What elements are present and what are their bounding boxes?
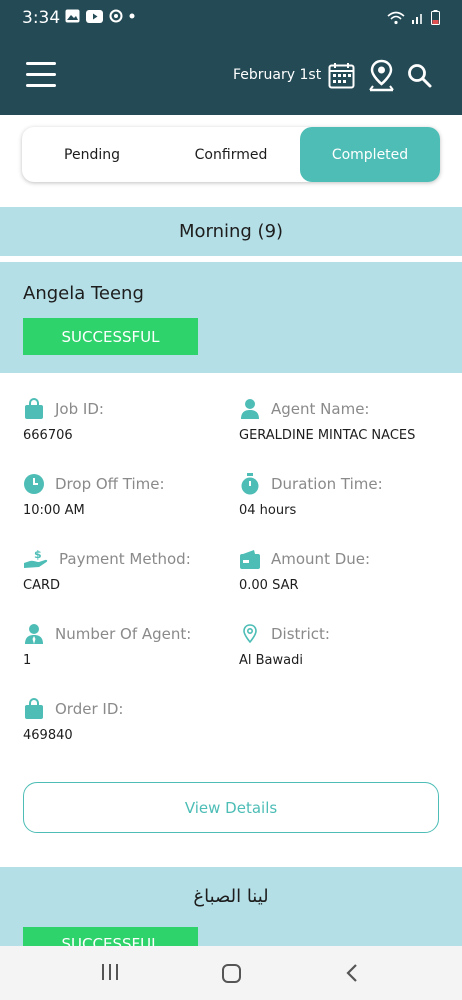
- stopwatch-icon: [241, 473, 259, 495]
- status-time: 3:34: [22, 8, 61, 28]
- number-of-agent-value: 1: [23, 653, 32, 668]
- order-details: Job ID: 666706 Agent Name: GERALDINE MIN…: [0, 373, 462, 867]
- job-id-label: Job ID:: [55, 400, 104, 418]
- number-of-agent-field: Number Of Agent: 1: [23, 622, 243, 668]
- district-field: District: Al Bawadi: [239, 622, 459, 668]
- agent-name-value: GERALDINE MINTAC NACES: [239, 428, 416, 443]
- tab-confirmed[interactable]: Confirmed: [162, 127, 300, 182]
- battery-icon: [431, 10, 440, 25]
- menu-icon-bar: [26, 62, 56, 65]
- amount-due-value: 0.00 SAR: [239, 578, 299, 593]
- youtube-icon: [86, 9, 103, 23]
- back-icon[interactable]: [342, 962, 362, 984]
- location-icon[interactable]: [367, 59, 396, 92]
- recents-icon-bar: [102, 964, 104, 980]
- job-id-value: 666706: [23, 428, 73, 443]
- recents-icon-bar: [109, 964, 111, 980]
- system-nav-bar: [0, 946, 462, 1000]
- dot-icon: [129, 13, 135, 19]
- status-badge: SUCCESSFUL: [23, 318, 198, 355]
- payment-method-label: Payment Method:: [59, 550, 191, 568]
- calendar-icon[interactable]: [328, 62, 355, 89]
- menu-icon-bar: [26, 73, 56, 76]
- order-id-field: Order ID: 469840: [23, 697, 243, 743]
- next-status-badge: SUCCESSFUL: [23, 927, 198, 946]
- recents-button[interactable]: [102, 964, 122, 982]
- agent-icon: [25, 624, 43, 644]
- gallery-icon: [65, 9, 80, 23]
- date-label: February 1st: [233, 67, 322, 83]
- district-label: District:: [271, 625, 330, 643]
- order-id-label: Order ID:: [55, 700, 124, 718]
- shopping-bag-icon: [25, 398, 43, 419]
- sync-icon: [109, 9, 123, 23]
- shopping-bag-icon: [25, 698, 43, 719]
- tab-pending[interactable]: Pending: [22, 127, 162, 182]
- next-order-card[interactable]: لينا الصباغ SUCCESSFUL: [0, 867, 462, 946]
- person-icon: [241, 399, 259, 419]
- map-pin-icon: [243, 624, 257, 644]
- search-icon[interactable]: [406, 62, 433, 89]
- agent-name-label: Agent Name:: [271, 400, 370, 418]
- section-header: Morning (9): [0, 207, 462, 259]
- payment-hand-icon: $: [24, 548, 48, 568]
- menu-icon-bar: [26, 84, 56, 87]
- duration-time-field: Duration Time: 04 hours: [239, 472, 459, 518]
- payment-method-field: $ Payment Method: CARD: [23, 547, 243, 593]
- status-bar: 3:34: [0, 0, 462, 36]
- customer-name: Angela Teeng: [23, 283, 144, 304]
- amount-due-label: Amount Due:: [271, 550, 371, 568]
- order-id-value: 469840: [23, 728, 73, 743]
- view-details-button[interactable]: View Details: [23, 782, 439, 833]
- svg-text:$: $: [34, 548, 42, 561]
- recents-icon-bar: [116, 964, 118, 980]
- job-id-field: Job ID: 666706: [23, 397, 243, 443]
- menu-button[interactable]: [26, 62, 56, 88]
- duration-time-value: 04 hours: [239, 503, 297, 518]
- payment-method-value: CARD: [23, 578, 61, 593]
- drop-off-time-label: Drop Off Time:: [55, 475, 165, 493]
- order-card-header: Angela Teeng SUCCESSFUL: [0, 262, 462, 373]
- status-tabs: Pending Confirmed Completed: [22, 127, 440, 182]
- next-customer-name: لينا الصباغ: [193, 886, 269, 907]
- tab-completed[interactable]: Completed: [300, 127, 440, 182]
- wallet-icon: [240, 550, 260, 569]
- wifi-icon: [387, 11, 405, 24]
- app-bar: February 1st: [0, 36, 462, 115]
- number-of-agent-label: Number Of Agent:: [55, 625, 192, 643]
- amount-due-field: Amount Due: 0.00 SAR: [239, 547, 459, 593]
- agent-name-field: Agent Name: GERALDINE MINTAC NACES: [239, 397, 459, 443]
- clock-icon: [24, 474, 44, 494]
- duration-time-label: Duration Time:: [271, 475, 383, 493]
- drop-off-time-value: 10:00 AM: [23, 503, 85, 518]
- district-value: Al Bawadi: [239, 653, 303, 668]
- home-button[interactable]: [222, 964, 241, 983]
- drop-off-time-field: Drop Off Time: 10:00 AM: [23, 472, 243, 518]
- signal-icon: [412, 14, 422, 24]
